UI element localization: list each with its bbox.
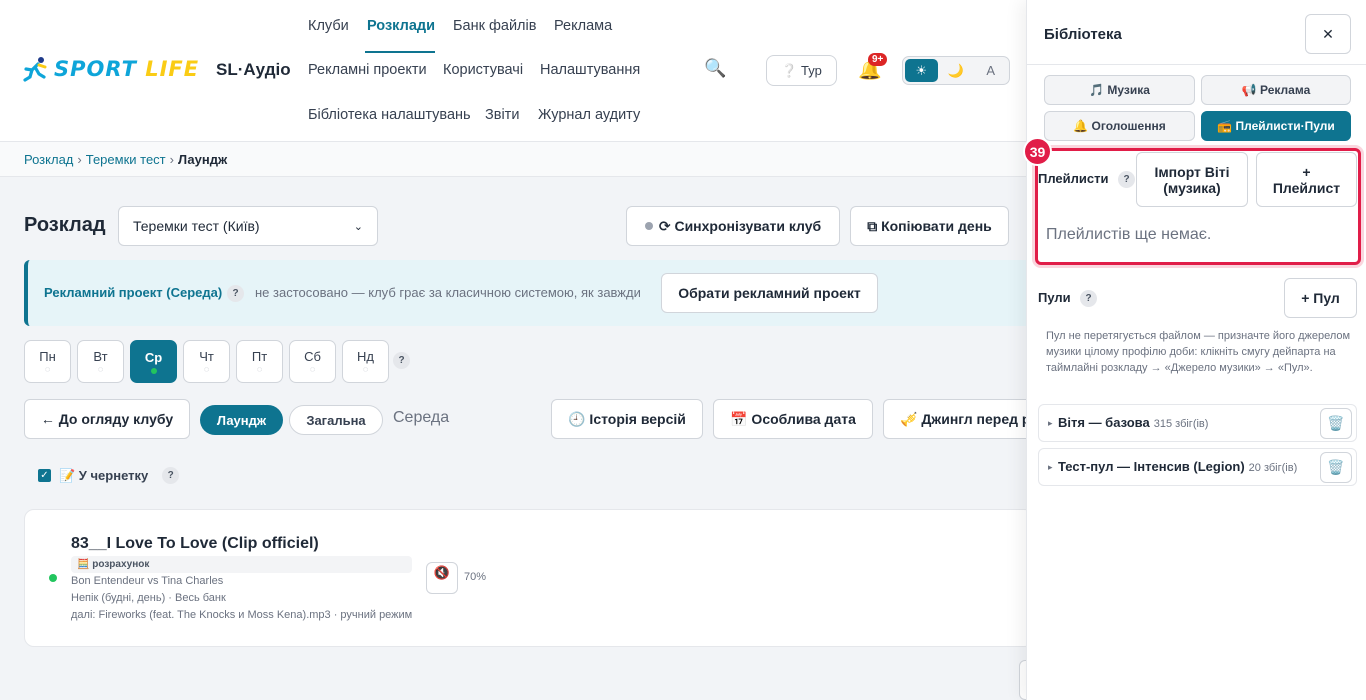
track-next: далі: Fireworks (feat. The Knocks и Moss… xyxy=(71,609,413,621)
chevron-down-icon: ⌄ xyxy=(353,220,363,233)
theme-dark-button[interactable]: 🌙 xyxy=(940,59,973,82)
expand-arrow-icon[interactable]: ▸ xyxy=(1048,418,1053,429)
club-select[interactable]: Теремки тест (Київ) ⌄ xyxy=(118,206,378,246)
app-name: SL·Аудіо xyxy=(216,60,291,79)
nav-file-bank[interactable]: Банк файлів xyxy=(453,18,536,34)
ad-project-title: Рекламний проект (Середа) xyxy=(44,285,223,300)
pool-count: 20 збіг(ів) xyxy=(1248,462,1298,474)
trash-icon[interactable]: 🗑️ xyxy=(1320,408,1352,439)
nav-clubs[interactable]: Клуби xyxy=(308,18,349,34)
pools-note: Пул не перетягується файлом — призначте … xyxy=(1046,330,1351,374)
day-tue[interactable]: Вт ◌ xyxy=(77,340,124,383)
back-to-club-button[interactable]: ← До огляду клубу xyxy=(24,399,190,439)
sync-status-dot xyxy=(644,222,653,230)
pool-name: Вітя — базова 315 збіг(ів) xyxy=(1058,415,1209,430)
add-playlist-button[interactable]: + Плейлист xyxy=(1256,152,1357,207)
breadcrumb-club[interactable]: Теремки тест xyxy=(86,152,166,167)
nav-active-underline xyxy=(365,51,435,53)
sync-club-label: ⟳ Синхронізувати клуб xyxy=(658,217,822,234)
nav-settings-library[interactable]: Бібліотека налаштувань xyxy=(308,107,471,123)
nav-ad-projects[interactable]: Рекламні проекти xyxy=(308,62,427,78)
breadcrumb-current: Лаундж xyxy=(177,152,228,167)
library-panel: Бібліотека ✕ 🎵 Музика 📢 Реклама 🔔 Оголош… xyxy=(1023,0,1366,700)
copy-day-button[interactable]: ⧉ Копіювати день xyxy=(850,206,1009,246)
sport-life-logo[interactable]: SPORT LIFE xyxy=(22,55,199,83)
tab-playlists-pools[interactable]: 📻 Плейлисти·Пули xyxy=(1201,111,1351,141)
nav-settings[interactable]: Налаштування xyxy=(540,62,640,78)
add-pool-button[interactable]: + Пул xyxy=(1284,278,1357,318)
help-icon[interactable]: ? xyxy=(162,467,180,484)
track-source: Непік (будні, день) · Весь банк xyxy=(71,592,226,604)
club-select-value: Теремки тест (Київ) xyxy=(133,218,260,234)
volume-value: 70% xyxy=(464,571,487,583)
trash-icon[interactable]: 🗑️ xyxy=(1320,452,1352,483)
breadcrumb-sep: › xyxy=(77,152,82,167)
step-marker: 39 xyxy=(1023,137,1052,166)
mute-icon[interactable]: 🔇 xyxy=(426,562,458,594)
pool-name: Тест-пул — Інтенсив (Legion) 20 збіг(ів) xyxy=(1058,459,1298,474)
breadcrumb-schedule[interactable]: Розклад xyxy=(24,152,73,167)
ad-project-status: не застосовано — клуб грає за класичною … xyxy=(255,285,641,300)
breadcrumb: Розклад › Теремки тест › Лаундж xyxy=(24,152,227,167)
choose-ad-project-button[interactable]: Обрати рекламний проект xyxy=(661,273,878,313)
playlists-empty-state: Плейлистів ще немає. xyxy=(1046,226,1212,243)
day-mon[interactable]: Пн ◌ xyxy=(24,340,71,383)
search-icon[interactable]: 🔍 xyxy=(704,58,726,79)
import-vitya-button[interactable]: Імпорт Віті (музика) xyxy=(1136,152,1248,207)
jingle-button[interactable]: 🎺 Джингл перед р xyxy=(883,399,1034,439)
help-icon[interactable]: ? xyxy=(227,285,244,302)
pool-item[interactable]: ▸ Тест-пул — Інтенсив (Legion) 20 збіг(ів… xyxy=(1038,448,1357,486)
track-artist: Bon Entendeur vs Tina Charles xyxy=(71,575,224,587)
expand-arrow-icon[interactable]: ▸ xyxy=(1048,462,1053,473)
panel-title: Бібліотека xyxy=(1044,26,1122,43)
page-title: Розклад xyxy=(24,214,106,236)
pools-label: Пули xyxy=(1038,290,1071,305)
track-title: 83__I Love To Love (Clip officiel) xyxy=(71,535,319,552)
pool-count: 315 збіг(ів) xyxy=(1153,418,1209,430)
nav-audit-log[interactable]: Журнал аудиту xyxy=(538,107,640,123)
playing-indicator xyxy=(49,574,57,582)
version-history-button[interactable]: 🕘 Історія версій xyxy=(551,399,703,439)
nav-reports[interactable]: Звіти xyxy=(485,107,519,123)
draft-label: 📝 У чернетку xyxy=(59,467,149,483)
day-thu[interactable]: Чт ◌ xyxy=(183,340,230,383)
day-name-label: Середа xyxy=(393,409,450,426)
pool-item[interactable]: ▸ Вітя — базова 315 збіг(ів) 🗑️ xyxy=(1038,404,1357,442)
tab-music[interactable]: 🎵 Музика xyxy=(1044,75,1195,105)
logo-text: SPORT LIFE xyxy=(54,57,200,81)
draft-toggle[interactable]: ✓ 📝 У чернетку ? xyxy=(38,467,180,484)
theme-auto-button[interactable]: A xyxy=(974,59,1007,82)
close-panel-button[interactable]: ✕ xyxy=(1305,14,1351,54)
special-date-button[interactable]: 📅 Особлива дата xyxy=(713,399,873,439)
tour-button[interactable]: ❔ Тур xyxy=(766,55,837,86)
tab-announcements[interactable]: 🔔 Оголошення xyxy=(1044,111,1195,141)
day-sun[interactable]: Нд ◌ xyxy=(342,340,389,383)
breadcrumb-sep: › xyxy=(169,152,174,167)
tab-general[interactable]: Загальна xyxy=(289,405,383,435)
day-active-dot xyxy=(150,367,157,374)
theme-light-button[interactable]: ☀ xyxy=(905,59,938,82)
theme-switcher: ☀ 🌙 A xyxy=(902,56,1010,85)
draft-checkbox[interactable]: ✓ xyxy=(38,469,51,482)
help-icon[interactable]: ? xyxy=(393,352,410,369)
calculation-badge: 🧮 розрахунок xyxy=(71,556,412,573)
day-sat[interactable]: Сб ◌ xyxy=(289,340,336,383)
playlists-label: Плейлисти xyxy=(1038,171,1109,186)
runner-icon xyxy=(23,57,47,82)
day-wed[interactable]: Ср xyxy=(130,340,177,383)
nav-users[interactable]: Користувачі xyxy=(443,62,523,78)
tab-lounge[interactable]: Лаундж xyxy=(200,405,283,435)
notification-badge: 9+ xyxy=(868,53,888,66)
help-icon[interactable]: ? xyxy=(1118,171,1135,188)
tab-ads[interactable]: 📢 Реклама xyxy=(1201,75,1351,105)
sync-club-button[interactable]: ⟳ Синхронізувати клуб xyxy=(626,206,840,246)
day-fri[interactable]: Пт ◌ xyxy=(236,340,283,383)
nav-ads[interactable]: Реклама xyxy=(554,18,612,34)
help-icon[interactable]: ? xyxy=(1080,290,1097,307)
day-selector: Пн ◌ Вт ◌ Ср Чт ◌ Пт ◌ Сб ◌ Нд ◌ xyxy=(24,340,389,383)
nav-schedule[interactable]: Розклади xyxy=(367,18,435,34)
